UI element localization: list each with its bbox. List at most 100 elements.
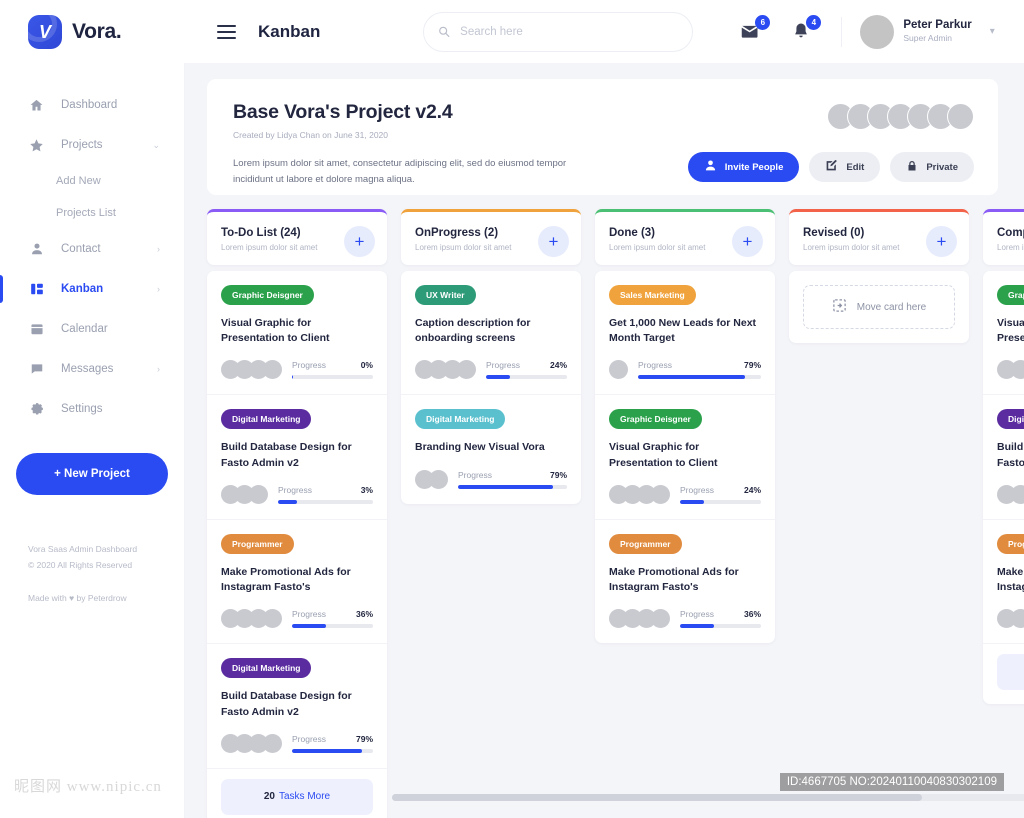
sidebar-item-calendar[interactable]: Calendar [0,309,184,349]
avatar [249,484,268,504]
progress-percent: 79% [743,360,761,371]
edit-button[interactable]: Edit [809,152,881,182]
sidebar-item-label: Messages [61,363,114,375]
chat-icon [28,361,45,378]
search-box[interactable] [423,11,694,52]
column-body: Graphic Deisgner Visual Graphic for Prese… [207,271,387,818]
task-card[interactable]: Graphic Deisgner Visual Graphic for Prese… [207,271,387,396]
task-card[interactable]: Digital Marketing Build Database Design f… [207,644,387,769]
task-card[interactable]: Digital Marketing Build Database Design f… [207,395,387,520]
progress-fill [680,624,715,629]
hamburger-line [217,36,236,39]
horizontal-scrollbar[interactable] [392,794,1024,801]
task-tag: Digital Marketing [221,658,312,679]
task-progress: Progress 79% [458,470,567,489]
plus-icon[interactable]: + [926,226,957,257]
task-tag: Graphic Deisgner [609,409,702,430]
task-card[interactable]: Graphic Deisgner Visual Graphic for Prese… [983,271,1024,396]
task-title: Make Promotional Ads for Instagram Fasto… [221,565,351,594]
hamburger-icon[interactable] [217,24,236,39]
user-profile[interactable]: Peter Parkur Super Admin ▾ [860,14,995,49]
task-card[interactable]: Programmer Make Promotional Ads for Insta… [983,520,1024,645]
task-avatars [609,609,670,629]
avatar [263,360,282,380]
mail-icon[interactable]: 6 [740,14,771,43]
task-card[interactable]: Programmer Make Promotional Ads for Insta… [207,520,387,645]
kanban-icon [28,281,45,298]
task-card[interactable]: Digital Marketing Build Database Design f… [983,395,1024,520]
more-tasks-button[interactable]: 20Tasks More [221,778,373,815]
scrollbar-thumb[interactable] [392,794,922,801]
brand-logo[interactable]: V Vora. [0,0,185,63]
bell-icon[interactable]: 4 [791,14,822,43]
plus-icon[interactable]: + [732,226,763,257]
progress-fill [486,375,511,380]
footer-line-1: Vora Saas Admin Dashboard [28,544,138,554]
sidebar-subitem-add-new[interactable]: Add New [0,165,184,197]
task-card[interactable]: Digital Marketing Branding New Visual Vor… [401,395,581,503]
avatar [263,609,282,629]
progress-bar [486,375,567,380]
sidebar-item-kanban[interactable]: Kanban › [0,269,184,309]
kanban-column: To-Do List (24) Lorem ipsum dolor sit ame… [207,209,387,818]
progress-label: Progress [292,609,327,620]
task-progress: Progress 36% [680,609,761,629]
sidebar-item-dashboard[interactable]: Dashboard [0,85,184,125]
home-icon [28,97,45,114]
button-label: Invite People [724,161,784,173]
banner-button-group: Invite People Edit Private [687,152,974,182]
private-button[interactable]: Private [890,152,974,182]
drop-zone[interactable]: Move card here [803,285,955,329]
sidebar-footer: Vora Saas Admin Dashboard © 2020 All Rig… [0,495,184,606]
search-input[interactable] [460,25,679,38]
task-card[interactable]: Graphic Deisgner Visual Graphic for Prese… [595,395,775,520]
bell-badge: 4 [806,14,822,30]
progress-fill [278,499,297,504]
column-header: To-Do List (24) Lorem ipsum dolor sit ame… [207,209,387,265]
button-label: Private [926,161,958,173]
task-card[interactable]: Sales Marketing Get 1,000 New Leads for N… [595,271,775,396]
progress-bar [292,624,373,629]
new-project-button[interactable]: + New Project [16,453,168,495]
task-progress: Progress 24% [680,485,761,504]
brand-name: Vora. [72,19,122,43]
watermark-left: 昵图网 www.nipic.cn [14,779,162,795]
avatar [609,360,628,380]
task-tag: Digital Marketing [221,409,312,430]
task-tag: Graphic Deisgner [997,285,1024,305]
avatar [1011,360,1024,380]
logo-letter: V [38,21,51,42]
task-card[interactable]: Programmer Make Promotional Ads for Insta… [595,520,775,643]
sidebar-item-label: Settings [61,403,103,415]
task-title: Build Database Design for Fasto Admin v2 [997,441,1024,469]
task-card[interactable]: UX Writer Caption description for onboard… [401,271,581,396]
chevron-down-icon[interactable]: ⌄ [152,140,160,151]
chevron-right-icon[interactable]: › [157,284,160,294]
task-footer: Progress 79% [221,733,373,753]
progress-label: Progress [680,609,715,620]
sidebar-item-label: Projects [61,139,103,151]
top-bar: V Vora. Kanban Search here 6 4 Peter Par… [0,0,1024,63]
chevron-right-icon[interactable]: › [157,364,160,374]
column-body: Sales Marketing Get 1,000 New Leads for N… [595,271,775,644]
sidebar-item-contact[interactable]: Contact › [0,229,184,269]
more-tasks-button[interactable]: 20Tasks More [997,654,1024,691]
app-root: V Vora. Kanban Search here 6 4 Peter Par… [0,0,1024,818]
sidebar-item-settings[interactable]: Settings [0,389,184,429]
sidebar-item-messages[interactable]: Messages › [0,349,184,389]
task-title: Visual Graphic for Presentation to Clien… [221,317,330,345]
task-footer: Progress 36% [221,609,373,629]
sidebar-subitem-projects-list[interactable]: Projects List [0,197,184,229]
sidebar-item-projects[interactable]: Projects ⌄ [0,125,184,165]
chevron-right-icon[interactable]: › [157,244,160,254]
plus-icon[interactable]: + [344,226,375,257]
task-avatars [997,484,1024,504]
gear-icon [28,401,45,418]
plus-icon[interactable]: + [538,226,569,257]
progress-fill [292,375,293,380]
column-header: Done (3) Lorem ipsum dolor sit amet + [595,209,775,265]
page-title: Kanban [258,21,321,41]
invite-people-button[interactable]: Invite People [687,152,800,182]
task-avatars [221,360,282,380]
chevron-down-icon[interactable]: ▾ [990,26,995,37]
